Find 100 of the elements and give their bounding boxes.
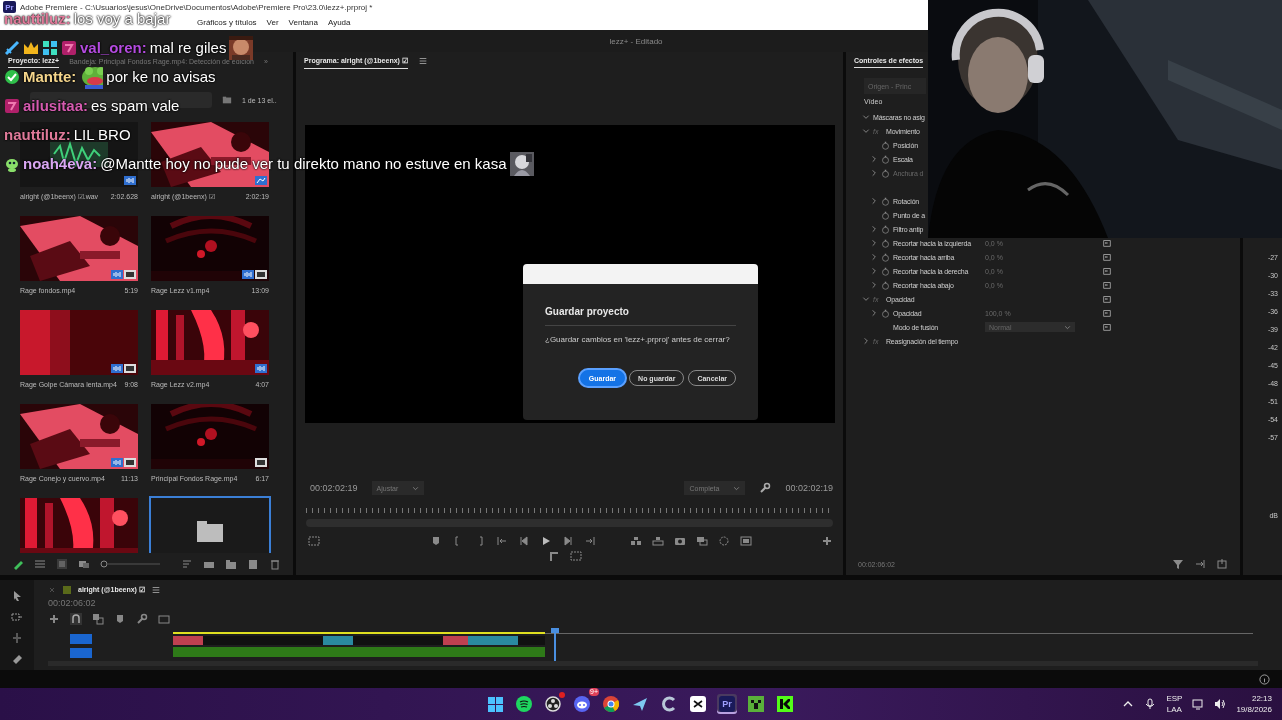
linked-selection-icon[interactable] [92, 613, 104, 625]
wrench-icon[interactable] [136, 613, 148, 625]
taskbar-button[interactable] [688, 694, 708, 714]
reset-icon[interactable] [1102, 280, 1112, 290]
stopwatch-icon[interactable] [881, 266, 890, 276]
info-icon[interactable] [1259, 673, 1270, 685]
step-back-icon[interactable] [518, 535, 530, 547]
add-marker-icon[interactable] [430, 535, 442, 547]
caret-icon [733, 484, 741, 492]
stopwatch-icon[interactable] [881, 252, 890, 262]
go-to-out-icon[interactable] [584, 535, 596, 547]
language-indicator[interactable]: ESP [1166, 693, 1183, 704]
comparison-icon[interactable] [696, 535, 708, 547]
caret-icon [412, 484, 420, 492]
folder-icon [197, 520, 223, 542]
chat-username: noah4eva: [23, 155, 98, 172]
volume-icon[interactable] [1214, 698, 1227, 710]
folder-tile[interactable] [151, 498, 269, 553]
chat-username: val_oren: [80, 39, 147, 56]
stopwatch-icon[interactable] [881, 154, 890, 164]
window-title: Adobe Premiere - C:\Usuarios\jesus\OneDrive\Documentos\Adobe\Premiere Pro\23.0\lezz+.prproj * [20, 2, 373, 12]
caret-icon [1064, 323, 1071, 331]
reset-icon[interactable] [1102, 308, 1112, 318]
reset-icon[interactable] [1102, 322, 1112, 332]
filter-icon[interactable] [1172, 558, 1184, 570]
grid-view-icon[interactable] [56, 558, 68, 570]
reset-icon[interactable] [1102, 252, 1112, 262]
sequence-color-icon [62, 585, 72, 595]
new-folder-icon[interactable] [225, 558, 237, 570]
chevron-right-icon[interactable] [870, 309, 878, 317]
pencil-icon[interactable] [12, 558, 24, 570]
chat-username: nauttiluz: [4, 10, 71, 27]
chat-message: los voy a bajar [73, 10, 171, 27]
export-icon[interactable] [1216, 558, 1228, 570]
reset-icon[interactable] [1102, 266, 1112, 276]
taskbar-button[interactable] [543, 694, 563, 714]
chevron-right-icon[interactable] [862, 337, 870, 345]
chat-username: ailusitaa: [23, 97, 89, 114]
go-to-in-icon[interactable] [496, 535, 508, 547]
taskbar-button[interactable] [514, 694, 534, 714]
snap-icon[interactable] [70, 613, 82, 625]
track-select-icon[interactable] [11, 611, 23, 623]
folder-icon[interactable] [222, 95, 232, 105]
marker-icon[interactable] [114, 613, 126, 625]
export-icon[interactable] [1194, 558, 1206, 570]
dialog-title: Guardar proyecto [545, 306, 630, 317]
menu-icon[interactable] [417, 56, 428, 66]
proxy-icon[interactable] [718, 535, 730, 547]
wrench-icon[interactable] [759, 482, 772, 494]
nest-icon[interactable] [48, 613, 60, 625]
stopwatch-icon[interactable] [881, 280, 890, 290]
chat-message: es spam vale [91, 97, 180, 114]
reset-icon[interactable] [1102, 294, 1112, 304]
stopwatch-icon[interactable] [881, 196, 890, 206]
dialog-message: ¿Guardar cambios en 'lezz+.prproj' antes de cerrar? [545, 335, 731, 344]
lift-icon[interactable] [547, 550, 560, 562]
app-icon: Pr [3, 1, 16, 13]
add-icon[interactable] [821, 535, 833, 547]
network-icon[interactable] [1192, 698, 1205, 710]
taskbar-button[interactable] [746, 694, 766, 714]
menu-item[interactable]: Gráficos y títulos [197, 17, 257, 27]
taskbar-button[interactable] [485, 694, 505, 714]
chevron-down-icon[interactable] [862, 295, 870, 303]
razor-tool-icon[interactable] [11, 653, 23, 665]
selection-tool-icon[interactable] [11, 590, 23, 602]
menu-item[interactable]: Ventana [288, 17, 318, 27]
stopwatch-icon[interactable] [881, 224, 890, 234]
stopwatch-icon[interactable] [881, 210, 890, 220]
output-icon[interactable] [740, 535, 752, 547]
new-item-icon[interactable] [247, 558, 259, 570]
stopwatch-icon[interactable] [881, 308, 890, 318]
workspace-title: lezz+ - Editado [609, 36, 663, 46]
stopwatch-icon[interactable] [881, 238, 890, 248]
ripple-tool-icon[interactable] [11, 632, 23, 644]
stopwatch-icon[interactable] [881, 140, 890, 150]
camera-icon[interactable] [674, 535, 686, 547]
play-icon[interactable] [540, 535, 552, 547]
taskbar-button[interactable] [775, 694, 795, 714]
menu-item[interactable]: Ver [266, 17, 279, 27]
chat-message: mal re giles [149, 39, 227, 56]
reset-icon[interactable] [1102, 238, 1112, 248]
language-indicator[interactable]: LAA [1166, 704, 1182, 715]
trash-icon[interactable] [269, 558, 281, 570]
step-forward-icon[interactable] [562, 535, 574, 547]
menu-item[interactable]: Ayuda [327, 17, 351, 27]
insert-icon[interactable] [630, 535, 642, 547]
chevron-right-icon[interactable] [870, 197, 878, 205]
microphone-icon[interactable] [1144, 698, 1157, 710]
overwrite-icon[interactable] [652, 535, 664, 547]
clock-date[interactable]: 19/8/2026 [1236, 704, 1272, 715]
taskbar-button[interactable]: Pr [717, 694, 737, 714]
taskbar-button[interactable] [572, 694, 592, 714]
taskbar-button[interactable] [601, 694, 621, 714]
chat-username: Mantte: [23, 68, 77, 85]
timecode: 00:02:06:02 [48, 598, 97, 610]
menu-icon[interactable] [150, 585, 161, 595]
zoom-slider-icon[interactable] [100, 558, 160, 570]
captions-icon[interactable] [158, 613, 170, 625]
freeform-view-icon[interactable] [78, 558, 90, 570]
clock-time[interactable]: 22:13 [1251, 693, 1272, 704]
